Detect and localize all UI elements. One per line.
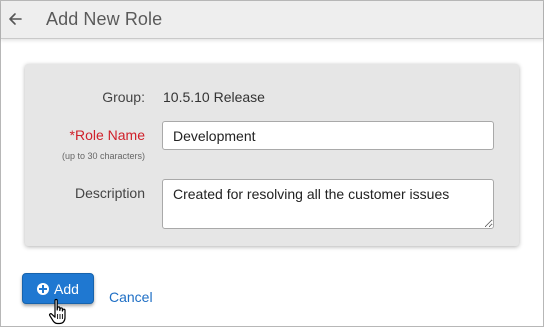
hand-pointer-icon [49, 298, 66, 325]
description-label: Description [74, 185, 145, 201]
group-value: 10.5.10 Release [163, 89, 265, 105]
plus-circle-icon [37, 282, 50, 295]
description-textarea[interactable]: Created for resolving all the customer i… [162, 179, 494, 229]
add-button-label: Add [54, 280, 79, 297]
group-label: Group: [102, 89, 145, 105]
role-name-input[interactable] [162, 121, 494, 150]
page-header: Add New Role [1, 1, 543, 39]
cancel-link[interactable]: Cancel [109, 289, 153, 305]
role-name-hint: (up to 30 characters) [61, 151, 145, 161]
role-form-card: Group: 10.5.10 Release *Role Name (up to… [25, 64, 519, 246]
back-button[interactable] [6, 9, 26, 29]
arrow-left-icon [9, 13, 22, 25]
page-title: Add New Role [46, 9, 163, 29]
role-name-label: *Role Name [69, 127, 145, 143]
